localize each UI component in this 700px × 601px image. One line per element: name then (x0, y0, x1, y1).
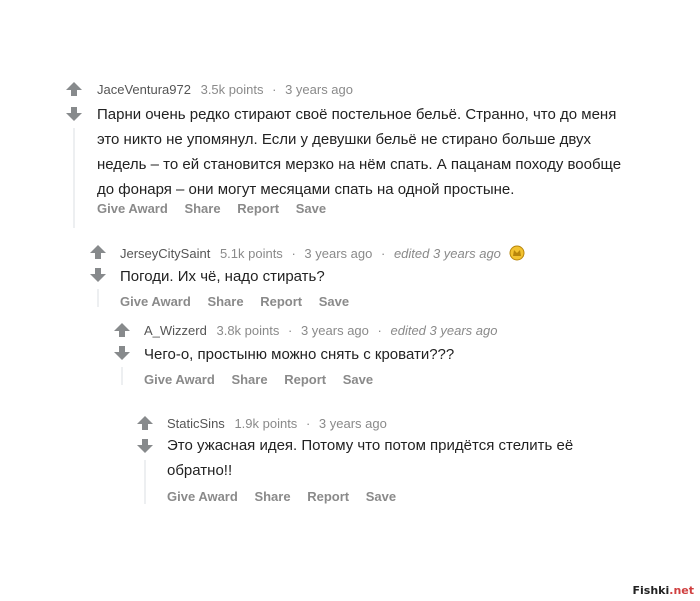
edited-label: edited 3 years ago (393, 246, 501, 261)
comment-line: это никто не упомянул. Если у девушки бе… (97, 131, 592, 148)
comment-line: недель – то ей становится мерзко на нём … (97, 156, 622, 173)
comment-4: StaticSins 1.9k points · 3 years ago Это… (137, 414, 692, 514)
separator-dot: · (287, 323, 293, 338)
separator-dot: · (305, 416, 311, 431)
separator-dot: · (380, 246, 386, 261)
comment-2: JerseyCitySaint 5.1k points · 3 years ag… (90, 243, 690, 313)
separator-dot: · (377, 323, 382, 338)
comment-meta: StaticSins 1.9k points · 3 years ago (167, 416, 387, 431)
comment-body: Это ужасная идея. Потому что потом придё… (167, 433, 682, 483)
thread-line[interactable] (144, 460, 146, 504)
comment-line: Чего-о, простыню можно снять с кровати??… (144, 346, 455, 363)
comment-author[interactable]: A_Wizzerd (144, 323, 207, 338)
watermark-text: Fishki (632, 584, 670, 597)
comment-line: Парни очень редко стирают своё постельно… (97, 106, 617, 123)
comment-body: Погоди. Их чё, надо стирать? (120, 264, 680, 289)
comment-line: обратно!! (167, 462, 233, 479)
share-button[interactable]: Share (207, 294, 243, 309)
downvote-arrow-icon[interactable] (137, 439, 153, 453)
upvote-arrow-icon[interactable] (114, 323, 130, 337)
report-button[interactable]: Report (307, 489, 349, 504)
watermark-domain: .net (669, 584, 694, 597)
report-button[interactable]: Report (260, 294, 302, 309)
comment-points: 1.9k points (234, 416, 298, 431)
downvote-arrow-icon[interactable] (66, 107, 82, 121)
comment-author[interactable]: JerseyCitySaint (120, 246, 210, 261)
comment-time[interactable]: 3 years ago (304, 246, 372, 261)
report-button[interactable]: Report (284, 372, 326, 387)
comment-line: Это ужасная идея. Потому что потом придё… (167, 437, 574, 454)
thread-line[interactable] (73, 128, 75, 228)
give-award-button[interactable]: Give Award (120, 294, 191, 309)
comment-actions: Give Award Share Report Save (167, 489, 409, 504)
watermark-logo: Fishki.net (633, 584, 694, 597)
comment-actions: Give Award Share Report Save (120, 294, 362, 309)
comment-meta: JaceVentura972 3.5k points · 3 years ago (97, 82, 353, 97)
gold-award-icon (509, 245, 525, 264)
edited-label: edited 3 years ago (390, 323, 498, 338)
share-button[interactable]: Share (254, 489, 290, 504)
save-button[interactable]: Save (296, 201, 326, 216)
comment-actions: Give Award Share Report Save (97, 201, 339, 216)
comment-line: до фонаря – они могут месяцами спать на … (97, 181, 515, 198)
upvote-arrow-icon[interactable] (90, 245, 106, 259)
comment-line: Погоди. Их чё, надо стирать? (120, 268, 325, 285)
give-award-button[interactable]: Give Award (144, 372, 215, 387)
comment-actions: Give Award Share Report Save (144, 372, 386, 387)
upvote-arrow-icon[interactable] (137, 416, 153, 430)
comment-time[interactable]: 3 years ago (301, 323, 369, 338)
separator-dot: · (272, 82, 277, 97)
comment-meta: JerseyCitySaint 5.1k points · 3 years ag… (120, 245, 525, 264)
save-button[interactable]: Save (343, 372, 373, 387)
thread-line[interactable] (121, 367, 123, 385)
give-award-button[interactable]: Give Award (167, 489, 238, 504)
comment-points: 3.5k points (200, 82, 264, 97)
save-button[interactable]: Save (366, 489, 396, 504)
comment-1: JaceVentura972 3.5k points · 3 years ago… (66, 80, 686, 230)
downvote-arrow-icon[interactable] (90, 268, 106, 282)
separator-dot: · (291, 246, 296, 261)
comment-meta: A_Wizzerd 3.8k points · 3 years ago · ed… (144, 323, 497, 338)
save-button[interactable]: Save (319, 294, 349, 309)
comment-author[interactable]: JaceVentura972 (97, 82, 191, 97)
downvote-arrow-icon[interactable] (114, 346, 130, 360)
report-button[interactable]: Report (237, 201, 279, 216)
comment-time[interactable]: 3 years ago (285, 82, 353, 97)
give-award-button[interactable]: Give Award (97, 201, 168, 216)
thread-line[interactable] (97, 289, 99, 307)
comment-body: Парни очень редко стирают своё постельно… (97, 102, 687, 202)
comment-points: 5.1k points (219, 246, 283, 261)
comment-time[interactable]: 3 years ago (319, 416, 387, 431)
comment-author[interactable]: StaticSins (167, 416, 225, 431)
comment-body: Чего-о, простыню можно снять с кровати??… (144, 342, 684, 367)
comment-points: 3.8k points (216, 323, 280, 338)
upvote-arrow-icon[interactable] (66, 82, 82, 96)
share-button[interactable]: Share (184, 201, 220, 216)
share-button[interactable]: Share (231, 372, 267, 387)
comment-3: A_Wizzerd 3.8k points · 3 years ago · ed… (114, 321, 694, 391)
